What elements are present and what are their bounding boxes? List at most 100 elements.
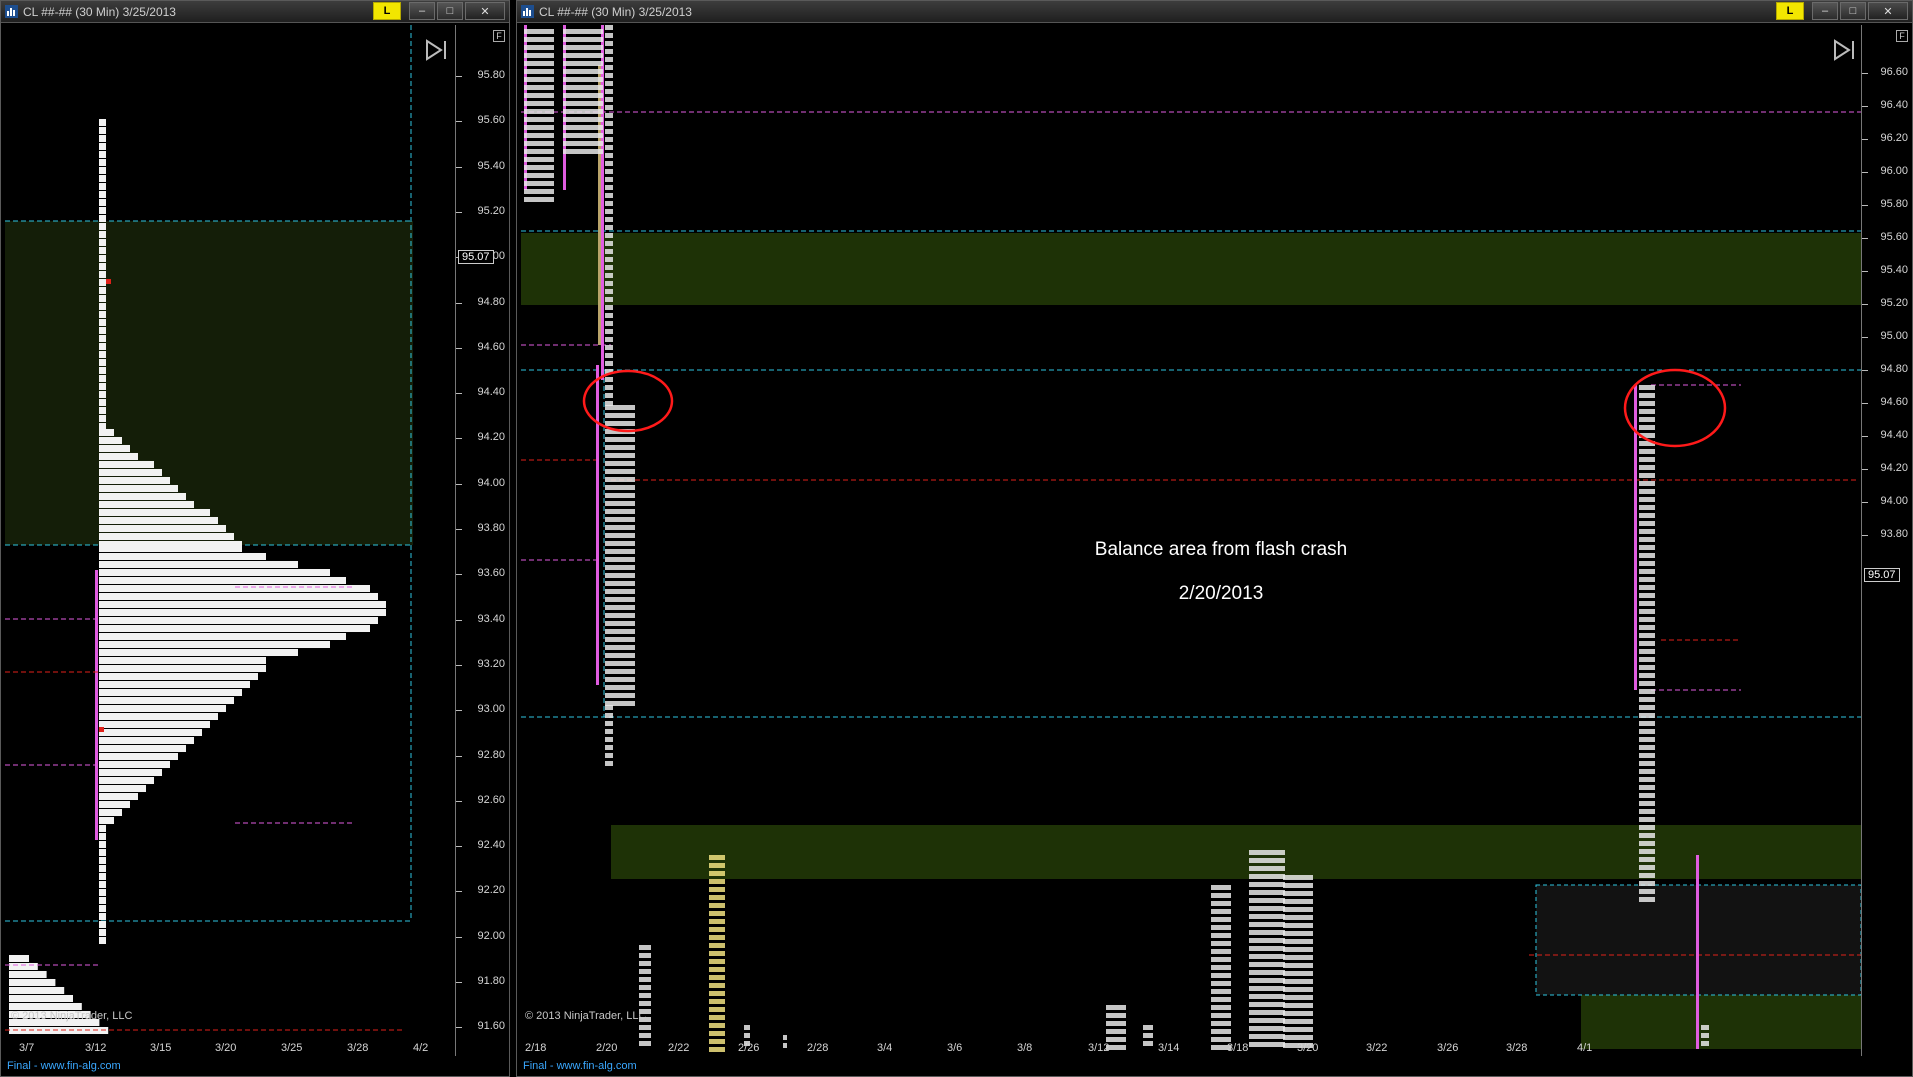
right-title-bar[interactable]: CL ##-## (30 Min) 3/25/2013 L – □ ✕: [517, 1, 1912, 23]
left-profile-plot[interactable]: © 2013 NinjaTrader, LLC 3/7 3/12 3/15 3/20 3…: [5, 25, 453, 1056]
link-button[interactable]: L: [1776, 2, 1804, 20]
play-to-end-icon[interactable]: [1833, 39, 1857, 61]
tpo-letters: [524, 69, 554, 74]
right-price-axis[interactable]: F 96.60 96.40 96.20 96.00 95.80 95.60 95.40 95.…: [1861, 25, 1912, 1056]
tpo-letters: [1639, 545, 1655, 550]
tpo-letters: [1639, 729, 1655, 734]
close-button[interactable]: ✕: [1868, 2, 1908, 20]
price-tick-label: 94.80: [477, 295, 505, 308]
tpo-letters: [605, 721, 613, 726]
tpo-letters: [1143, 1025, 1153, 1030]
profile-row: [99, 793, 138, 800]
profile-row: [99, 729, 202, 736]
tpo-letters: [605, 129, 613, 134]
tpo-letters: [524, 117, 554, 122]
tpo-letters: [1639, 801, 1655, 806]
date-tick-label: 3/15: [150, 1042, 172, 1054]
tpo-letters: [605, 41, 613, 46]
tpo-letters: [605, 485, 635, 490]
tpo-letters: [1211, 917, 1231, 922]
tpo-letters: [1211, 957, 1231, 962]
footer-link[interactable]: Final - www.fin-alg.com: [523, 1060, 637, 1072]
tpo-letters: [605, 249, 613, 254]
right-tpo-plot[interactable]: Balance area from flash crash 2/20/2013 …: [521, 25, 1861, 1056]
tpo-letters: [1283, 883, 1313, 888]
tpo-letters: [1639, 633, 1655, 638]
left-title-bar[interactable]: CL ##-## (30 Min) 3/25/2013 L – □ ✕: [1, 1, 509, 23]
tpo-letters: [1249, 930, 1285, 935]
tpo-letters: [1249, 970, 1285, 975]
tpo-letters: [1211, 973, 1231, 978]
profile-row: [99, 625, 370, 632]
tpo-letters: [1249, 906, 1285, 911]
tpo-letters: [1249, 946, 1285, 951]
price-tick-mark: [456, 982, 462, 983]
profile-row: [99, 151, 106, 158]
tpo-letters: [524, 93, 554, 98]
profile-row: [99, 809, 122, 816]
tpo-letters: [605, 405, 635, 410]
tpo-letters: [605, 677, 635, 682]
price-tick-mark: [1862, 337, 1868, 338]
tpo-letters: [563, 149, 603, 154]
f-button[interactable]: F: [1896, 30, 1908, 42]
profile-row: [99, 391, 106, 398]
tpo-letters: [605, 241, 613, 246]
price-tick-label: 95.40: [1880, 264, 1908, 276]
tpo-letters: [1211, 1005, 1231, 1010]
tpo-letters: [709, 863, 725, 868]
tpo-letters: [709, 871, 725, 876]
profile-row: [9, 995, 73, 1002]
close-button[interactable]: ✕: [465, 2, 505, 20]
play-to-end-icon[interactable]: [425, 39, 449, 61]
tpo-letters: [1283, 923, 1313, 928]
tpo-letters: [709, 1039, 725, 1044]
tpo-letters: [1639, 649, 1655, 654]
tpo-letters: [605, 225, 613, 230]
tpo-letters: [605, 97, 613, 102]
tpo-letters: [1249, 954, 1285, 959]
tpo-letters: [524, 53, 554, 58]
profile-row: [99, 343, 106, 350]
tpo-letters: [1639, 513, 1655, 518]
minimize-button[interactable]: –: [409, 2, 435, 20]
tpo-letters: [1249, 922, 1285, 927]
profile-row: [99, 785, 146, 792]
balance-zone: [521, 233, 1861, 305]
minimize-button[interactable]: –: [1812, 2, 1838, 20]
tpo-letters: [709, 1031, 725, 1036]
tpo-letters: [1249, 914, 1285, 919]
price-tick-mark: [1862, 403, 1868, 404]
tpo-letters: [1639, 713, 1655, 718]
tpo-spine: [598, 65, 601, 345]
maximize-button[interactable]: □: [437, 2, 463, 20]
profile-row: [99, 601, 386, 608]
tpo-letters: [605, 89, 613, 94]
profile-row: [99, 801, 130, 808]
tpo-letters: [1211, 941, 1231, 946]
tpo-letters: [605, 469, 635, 474]
tpo-letters: [1639, 881, 1655, 886]
tpo-letters: [709, 1023, 725, 1028]
maximize-button[interactable]: □: [1840, 2, 1866, 20]
tpo-letters: [605, 761, 613, 766]
profile-row: [99, 477, 170, 484]
left-price-axis[interactable]: F 95.8095.6095.4095.2095.0094.8094.6094.…: [455, 25, 509, 1056]
tpo-letters: [605, 193, 613, 198]
tpo-letters: [563, 141, 603, 146]
profile-row: [9, 987, 65, 994]
profile-row: [99, 407, 106, 414]
price-tick-label: 92.60: [477, 793, 505, 806]
tpo-letters: [1639, 569, 1655, 574]
profile-row: [99, 351, 106, 358]
tpo-letters: [524, 37, 554, 42]
f-button[interactable]: F: [493, 30, 505, 42]
date-tick-label: 3/26: [1437, 1042, 1459, 1054]
tpo-letters: [563, 53, 603, 58]
footer-link[interactable]: Final - www.fin-alg.com: [7, 1060, 121, 1072]
tpo-letters: [605, 737, 613, 742]
profile-row: [99, 873, 106, 880]
profile-row: [99, 375, 106, 382]
tpo-letters: [1639, 553, 1655, 558]
link-button[interactable]: L: [373, 2, 401, 20]
